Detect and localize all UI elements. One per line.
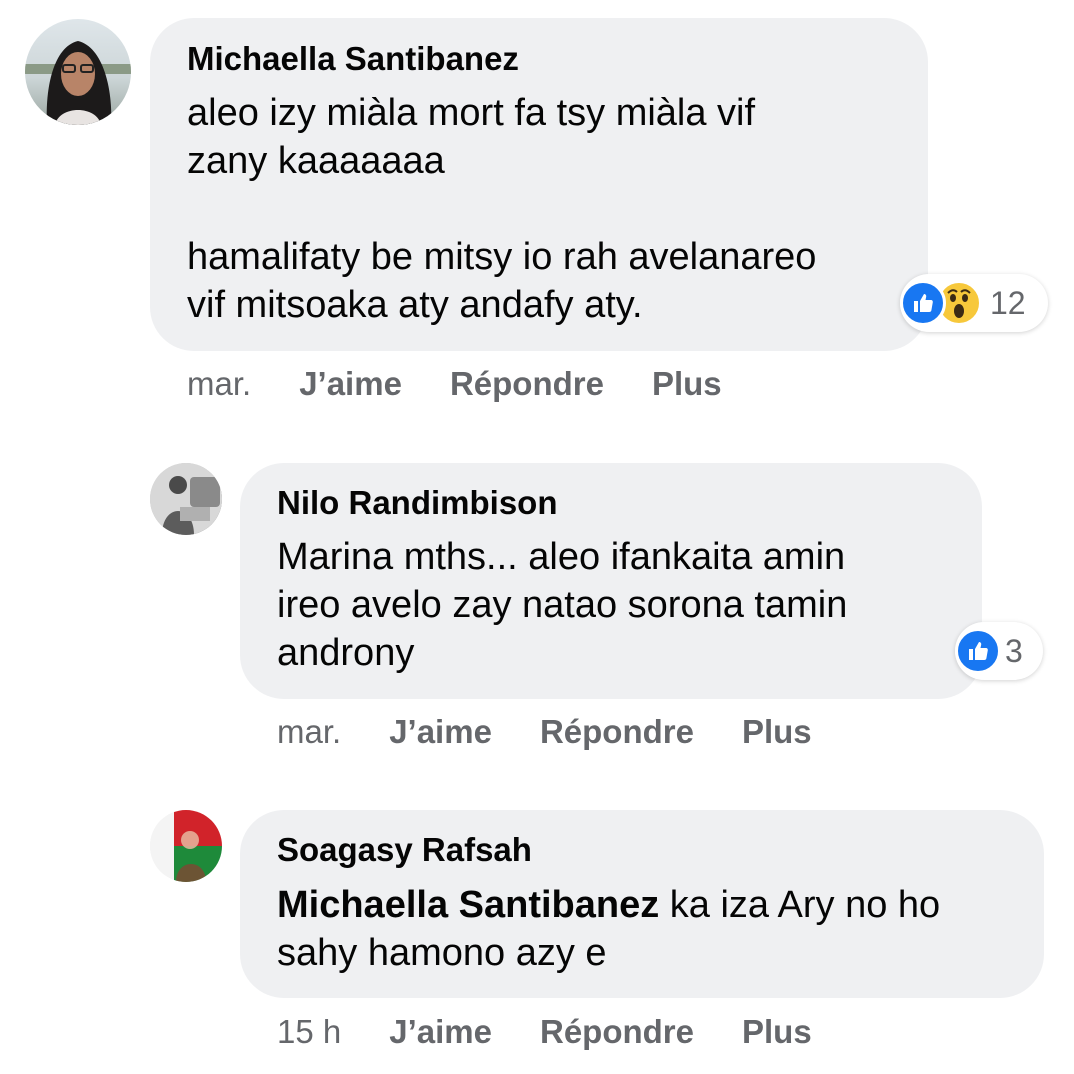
avatar[interactable] bbox=[150, 810, 222, 882]
comment-author[interactable]: Michaella Santibanez bbox=[187, 40, 519, 78]
reaction-count: 3 bbox=[1005, 632, 1023, 669]
reply-button[interactable]: Répondre bbox=[450, 365, 604, 403]
reply-button[interactable]: Répondre bbox=[540, 1013, 694, 1051]
reaction-summary[interactable]: 3 bbox=[955, 622, 1043, 680]
like-button[interactable]: J’aime bbox=[389, 1013, 492, 1051]
comment-actions: mar. J’aime Répondre Plus bbox=[187, 365, 770, 403]
comment-time[interactable]: mar. bbox=[187, 365, 251, 403]
more-button[interactable]: Plus bbox=[652, 365, 722, 403]
comment-time[interactable]: mar. bbox=[277, 713, 341, 751]
comment-text: Marina mths... aleo ifankaita amin ireo … bbox=[277, 536, 848, 674]
avatar[interactable] bbox=[150, 463, 222, 535]
reaction-summary[interactable]: 12 bbox=[900, 274, 1048, 332]
reaction-count: 12 bbox=[990, 284, 1026, 321]
reply-button[interactable]: Répondre bbox=[540, 713, 694, 751]
comment-text: aleo izy miàla mort fa tsy miàla vif zan… bbox=[187, 92, 817, 326]
like-icon bbox=[900, 280, 946, 326]
comment-actions: 15 h J’aime Répondre Plus bbox=[277, 1013, 860, 1051]
comment-actions: mar. J’aime Répondre Plus bbox=[277, 713, 860, 751]
like-button[interactable]: J’aime bbox=[389, 713, 492, 751]
comment-author[interactable]: Soagasy Rafsah bbox=[277, 831, 532, 869]
comment-text: Michaella Santibanez ka iza Ary no ho sa… bbox=[277, 881, 940, 977]
avatar[interactable] bbox=[25, 19, 131, 125]
more-button[interactable]: Plus bbox=[742, 713, 812, 751]
like-button[interactable]: J’aime bbox=[299, 365, 402, 403]
comment-time[interactable]: 15 h bbox=[277, 1013, 341, 1051]
mention-link[interactable]: Michaella Santibanez bbox=[277, 884, 659, 926]
more-button[interactable]: Plus bbox=[742, 1013, 812, 1051]
like-icon bbox=[955, 628, 1001, 674]
comment-author[interactable]: Nilo Randimbison bbox=[277, 484, 558, 522]
